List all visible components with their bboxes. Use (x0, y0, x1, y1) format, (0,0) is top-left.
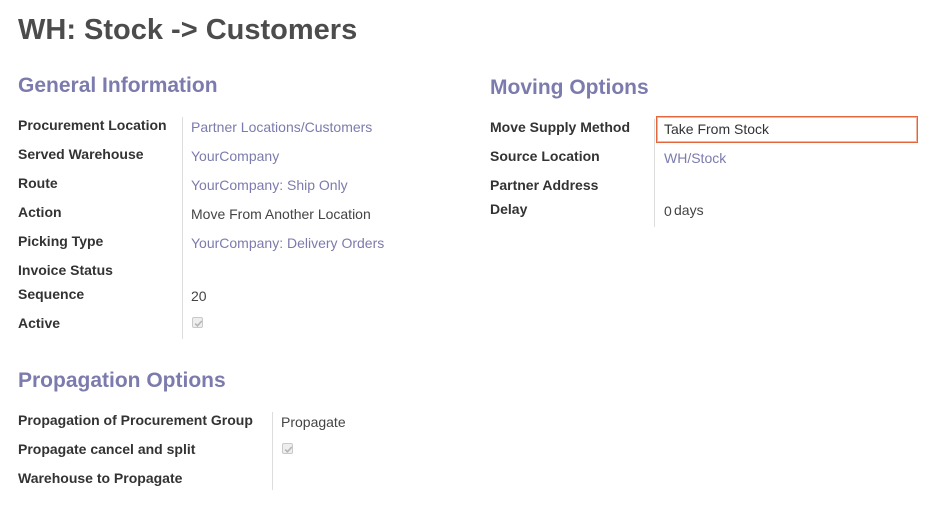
procurement-location-link[interactable]: Partner Locations/Customers (191, 119, 372, 135)
page-title: WH: Stock -> Customers (18, 14, 358, 46)
procurement-location-label: Procurement Location (18, 117, 167, 133)
warehouse-to-propagate-label: Warehouse to Propagate (18, 470, 183, 486)
delay-label: Delay (490, 201, 528, 217)
action-value: Move From Another Location (191, 206, 371, 222)
partner-address-label: Partner Address (490, 177, 599, 193)
active-label: Active (18, 315, 61, 331)
action-label: Action (18, 204, 62, 220)
move-supply-method-label: Move Supply Method (490, 119, 630, 135)
moving-divider (654, 119, 655, 227)
active-checkbox[interactable] (192, 317, 203, 328)
moving-options-heading: Moving Options (490, 76, 649, 99)
propagation-group-value: Propagate (281, 414, 346, 430)
general-divider (182, 117, 183, 339)
sequence-label: Sequence (18, 286, 85, 302)
checkmark-icon (194, 320, 203, 327)
delay-value: 0 (664, 203, 672, 219)
route-label: Route (18, 175, 58, 191)
served-warehouse-label: Served Warehouse (18, 146, 144, 162)
propagation-divider (272, 412, 273, 490)
move-supply-method-select[interactable]: Take From Stock (656, 116, 918, 143)
served-warehouse-link[interactable]: YourCompany (191, 148, 279, 164)
delay-unit: days (674, 202, 704, 218)
source-location-link[interactable]: WH/Stock (664, 150, 726, 166)
propagation-options-heading: Propagation Options (18, 369, 226, 392)
route-link[interactable]: YourCompany: Ship Only (191, 177, 348, 193)
propagation-group-label: Propagation of Procurement Group (18, 412, 253, 428)
source-location-label: Source Location (490, 148, 600, 164)
propagate-cancel-split-label: Propagate cancel and split (18, 441, 196, 457)
propagate-cancel-split-checkbox[interactable] (282, 443, 293, 454)
picking-type-link[interactable]: YourCompany: Delivery Orders (191, 235, 384, 251)
checkmark-icon (284, 446, 293, 453)
picking-type-label: Picking Type (18, 233, 104, 249)
invoice-status-label: Invoice Status (18, 262, 113, 278)
general-information-heading: General Information (18, 74, 218, 97)
sequence-value: 20 (191, 288, 207, 304)
